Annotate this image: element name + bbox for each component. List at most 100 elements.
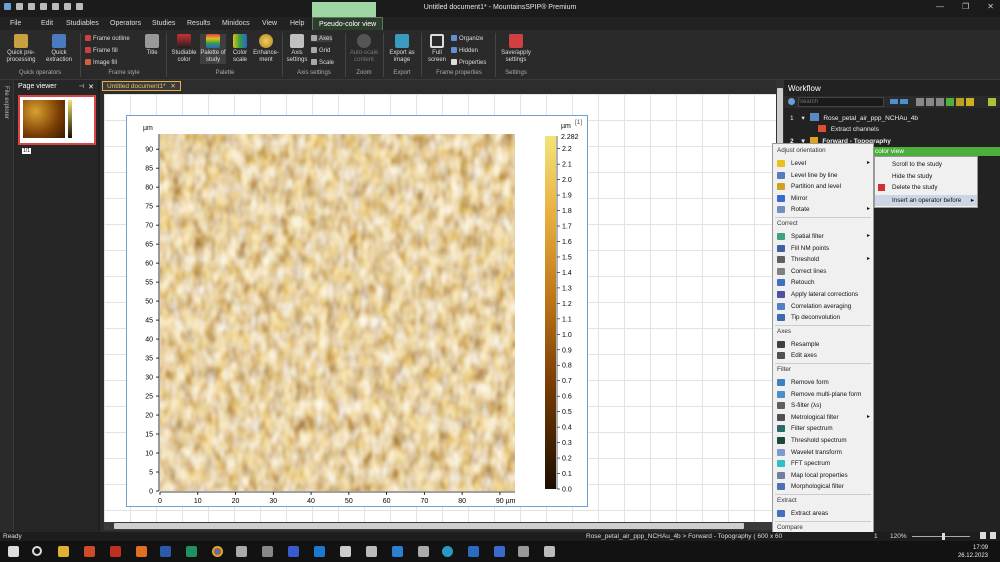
menu-item[interactable]: Filter spectrum — [773, 423, 873, 434]
workflow-item[interactable]: Extract channels — [818, 125, 879, 133]
fit-page-icon[interactable] — [980, 532, 986, 539]
delete-study-item[interactable]: Delete the study — [875, 182, 977, 193]
zoom-slider[interactable] — [912, 536, 970, 537]
scroll-to-study-item[interactable]: Scroll to the study — [875, 159, 977, 170]
word-icon[interactable] — [160, 546, 171, 557]
workflow-selected-study[interactable]: color view — [874, 147, 1000, 156]
restore-button[interactable]: ❐ — [962, 2, 969, 11]
menu-item[interactable]: Correlation averaging — [773, 301, 873, 312]
app-icon[interactable] — [468, 546, 479, 557]
enhancement-button[interactable]: Enhance-ment — [253, 34, 279, 64]
app-icon[interactable] — [518, 546, 529, 557]
app-icon[interactable] — [262, 546, 273, 557]
menu-item[interactable]: Spatial filter ▸ — [773, 231, 873, 242]
menu-item[interactable]: Mirror — [773, 193, 873, 204]
quick-extraction-button[interactable]: Quick extraction — [42, 34, 76, 64]
menu-studies[interactable]: Studies — [152, 20, 175, 27]
app-icon[interactable] — [110, 546, 121, 557]
menu-item[interactable]: FFT spectrum — [773, 458, 873, 469]
hide-study-item[interactable]: Hide the study — [875, 171, 977, 182]
menu-item[interactable]: Tip deconvolution — [773, 312, 873, 323]
palette-of-study-button[interactable]: Palette of study — [200, 34, 226, 64]
workflow-item[interactable]: 1 ▾ Rose_petal_air_ppp_NCHAu_4b — [790, 113, 918, 122]
menu-item[interactable]: Level ▸ — [773, 158, 873, 169]
app-icon[interactable] — [340, 546, 351, 557]
organize-button[interactable]: Organize — [451, 35, 483, 42]
menu-item[interactable]: Map local properties — [773, 470, 873, 481]
app-icon[interactable] — [366, 546, 377, 557]
full-screen-button[interactable]: Full screen — [425, 34, 449, 64]
search-icon[interactable] — [32, 546, 42, 556]
export-as-image-button[interactable]: Export as image — [386, 34, 418, 64]
tool-icon[interactable] — [936, 98, 944, 106]
document-tab[interactable]: Untitled document1* ✕ — [102, 81, 181, 91]
close-icon[interactable]: ✕ — [88, 83, 94, 91]
tool-icon[interactable] — [926, 98, 934, 106]
scale-button[interactable]: Scale — [311, 59, 334, 66]
app-icon[interactable] — [186, 546, 197, 557]
arrow-left-icon[interactable] — [890, 99, 898, 104]
outlook-icon[interactable] — [314, 546, 325, 557]
menu-item[interactable]: Fill NM points — [773, 243, 873, 254]
vscode-icon[interactable] — [392, 546, 403, 557]
chevron-down-icon[interactable]: ▾ — [801, 115, 804, 122]
tool-icon[interactable] — [988, 98, 996, 106]
menu-item[interactable]: Threshold ▸ — [773, 254, 873, 265]
menu-item[interactable]: Extract areas — [773, 508, 873, 519]
menu-view[interactable]: View — [262, 20, 277, 27]
studiable-color-button[interactable]: Studiable color — [170, 34, 198, 64]
menu-item[interactable]: Retouch — [773, 277, 873, 288]
menu-item[interactable]: Wavelet transform — [773, 447, 873, 458]
menu-item[interactable]: Edit axes — [773, 350, 873, 361]
chrome-icon[interactable] — [212, 546, 223, 557]
insert-operator-before-item[interactable]: Insert an operator before ▸ — [875, 195, 977, 206]
file-explorer-strip[interactable]: File explorer — [0, 80, 14, 532]
menu-item[interactable]: Apply lateral corrections — [773, 289, 873, 300]
app-icon[interactable] — [544, 546, 555, 557]
properties-button[interactable]: Properties — [451, 59, 486, 66]
workflow-search-input[interactable] — [798, 97, 884, 107]
app-icon[interactable] — [136, 546, 147, 557]
zoom-slider-handle[interactable] — [942, 533, 945, 540]
color-scale-button[interactable]: Color scale — [228, 34, 252, 64]
save-apply-settings-button[interactable]: Save/apply settings — [498, 34, 534, 64]
system-clock[interactable]: 17:09 26.12.2023 — [958, 544, 988, 560]
menu-file[interactable]: File — [10, 20, 21, 27]
menu-operators[interactable]: Operators — [110, 20, 141, 27]
image-fill-button[interactable]: Image fill — [85, 59, 117, 66]
grid-button[interactable]: Grid — [311, 47, 330, 54]
menu-item[interactable]: Morphological filter — [773, 481, 873, 492]
horizontal-scrollbar[interactable] — [104, 522, 780, 530]
file-explorer-icon[interactable] — [58, 546, 69, 557]
pin-icon[interactable]: ⊣ — [79, 83, 84, 90]
menu-item[interactable]: Rotate ▸ — [773, 204, 873, 215]
powerpoint-icon[interactable] — [84, 546, 95, 557]
menu-studiables[interactable]: Studiables — [66, 20, 99, 27]
tool-icon[interactable] — [966, 98, 974, 106]
frame-outline-button[interactable]: Frame outline — [85, 35, 130, 42]
close-tab-icon[interactable]: ✕ — [170, 83, 175, 90]
minimize-button[interactable]: — — [936, 2, 944, 11]
arrow-right-icon[interactable] — [900, 99, 908, 104]
quick-preprocessing-button[interactable]: Quick pre-processing — [4, 34, 38, 64]
menu-item[interactable]: Partition and level — [773, 181, 873, 192]
tool-icon[interactable] — [946, 98, 954, 106]
app-icon[interactable] — [418, 546, 429, 557]
tab-pseudo-color-view[interactable]: Pseudo-color view — [312, 17, 384, 30]
menu-item[interactable]: Level line by line — [773, 170, 873, 181]
tool-icon[interactable] — [916, 98, 924, 106]
axes-button[interactable]: Axes — [311, 35, 333, 42]
menu-item[interactable]: Threshold spectrum — [773, 435, 873, 446]
fit-width-icon[interactable] — [990, 532, 996, 539]
axis-settings-button[interactable]: Axis settings — [285, 34, 309, 64]
menu-minidocs[interactable]: Minidocs — [222, 20, 250, 27]
menu-item[interactable]: Remove multi-plane form — [773, 389, 873, 400]
frame-fill-button[interactable]: Frame fill — [85, 47, 118, 54]
close-button[interactable]: ✕ — [987, 2, 994, 11]
menu-item[interactable]: Metrological filter ▸ — [773, 412, 873, 423]
tool-icon[interactable] — [956, 98, 964, 106]
pseudo-color-frame[interactable]: 0 5 10 15 20 25 30 35 40 45 50 55 60 65 70 75 80 85 90 0 10… — [126, 115, 588, 507]
edge-icon[interactable] — [442, 546, 453, 557]
scroll-thumb[interactable] — [114, 523, 744, 529]
menu-item[interactable]: Correct lines — [773, 266, 873, 277]
